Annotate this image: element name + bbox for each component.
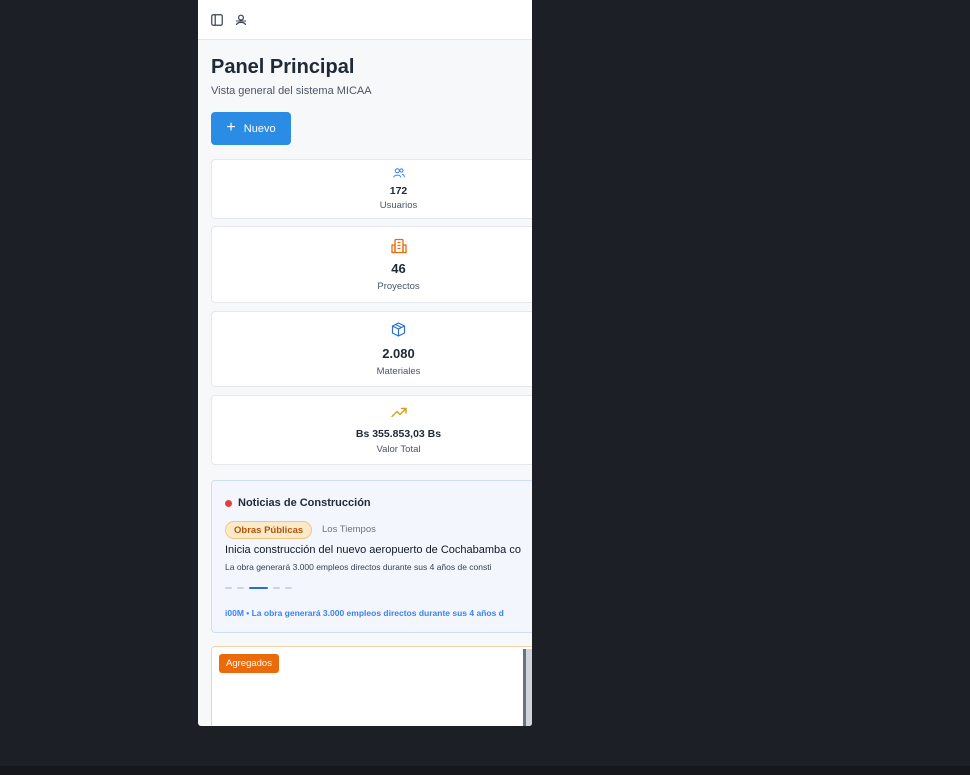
news-summary: La obra generará 3.000 empleos directos … [225, 562, 492, 572]
stat-label: Usuarios [379, 200, 418, 211]
category-badge: Agregados [219, 654, 279, 673]
news-ticker: i00M • La obra generará 3.000 empleos di… [225, 608, 504, 618]
construction-news-card[interactable]: Noticias de Construcción Obras Públicas … [211, 480, 532, 633]
stat-label: Materiales [376, 366, 421, 377]
users-icon [212, 167, 532, 179]
page-subtitle: Vista general del sistema MICAA [211, 85, 372, 97]
carousel-dot-active[interactable] [249, 587, 268, 589]
stat-card-users: 172 Usuarios [211, 159, 532, 219]
news-category-badge: Obras Públicas [225, 521, 313, 539]
plus-icon: + [226, 118, 236, 136]
news-source: Los Tiempos [322, 524, 376, 535]
live-dot-icon [225, 500, 232, 507]
stat-card-projects: 46 Proyectos [211, 226, 532, 303]
desktop-bottom-strip [0, 766, 970, 775]
category-promo-card[interactable]: Agregados [211, 646, 532, 726]
stat-card-total-value: Bs 355.853,03 Bs Valor Total [211, 395, 532, 465]
product-image [523, 649, 532, 726]
main-content: Panel Principal Vista general del sistem… [198, 40, 532, 726]
trending-up-icon [212, 407, 532, 418]
stat-card-materials: 2.080 Materiales [211, 311, 532, 387]
carousel-indicators [225, 587, 292, 589]
top-bar [198, 0, 532, 40]
carousel-dot[interactable] [225, 587, 232, 589]
stat-value: 46 [391, 261, 406, 276]
stat-value: 172 [389, 185, 408, 197]
sidebar-toggle-icon[interactable] [210, 13, 224, 27]
stat-label: Valor Total [376, 444, 421, 455]
new-button-label: Nuevo [243, 122, 276, 135]
building-icon [212, 238, 532, 254]
stat-label: Proyectos [377, 281, 420, 292]
package-icon [212, 322, 532, 337]
carousel-dot[interactable] [285, 587, 292, 589]
user-status-icon[interactable] [234, 13, 248, 27]
new-button[interactable]: + Nuevo [211, 112, 291, 145]
stat-value: 2.080 [382, 346, 415, 361]
stat-value: Bs 355.853,03 Bs [355, 428, 442, 440]
news-headline[interactable]: Inicia construcción del nuevo aeropuerto… [225, 544, 521, 556]
news-title: Noticias de Construcción [238, 497, 371, 509]
page-title: Panel Principal [211, 56, 355, 78]
app-window: Panel Principal Vista general del sistem… [198, 0, 532, 726]
carousel-dot[interactable] [237, 587, 244, 589]
carousel-dot[interactable] [273, 587, 280, 589]
